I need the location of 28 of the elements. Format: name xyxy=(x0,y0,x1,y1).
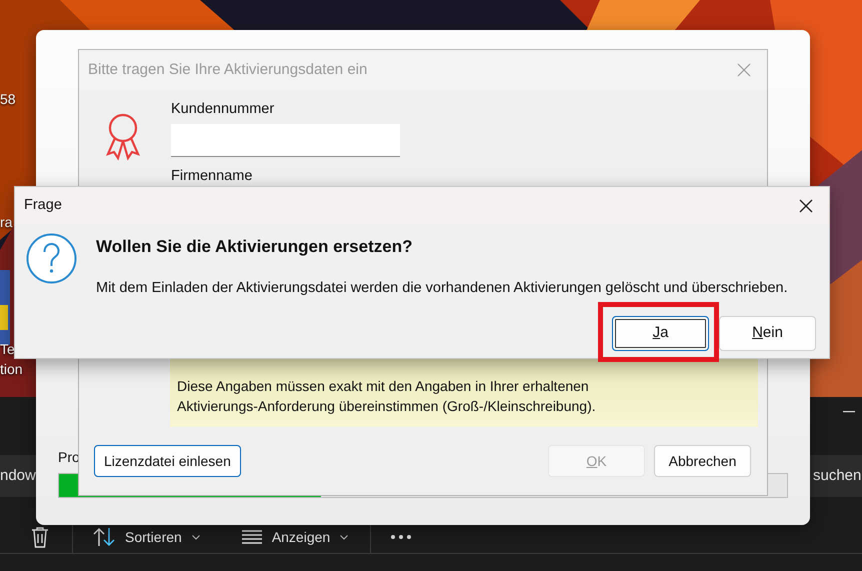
minimize-icon[interactable] xyxy=(843,411,855,413)
field-label: Kundennummer xyxy=(171,100,276,118)
window-title: Bitte tragen Sie Ihre Aktivierungsdaten ein xyxy=(88,60,368,80)
chevron-down-icon xyxy=(340,534,348,540)
dialog-button[interactable]: Lizenzdatei einlesen xyxy=(94,445,241,477)
dialog-button[interactable]: Ja xyxy=(612,316,709,351)
list-view-icon xyxy=(242,529,262,545)
sort-icon xyxy=(93,527,115,547)
search-field[interactable]: suchen xyxy=(813,466,862,486)
chevron-down-icon xyxy=(192,534,200,540)
desktop-icon-label: 58 xyxy=(0,90,16,108)
close-icon xyxy=(737,63,751,77)
desktop-icon-label: Te xyxy=(0,340,15,358)
dialog-message: Mit dem Einladen der Aktivierungsdatei werden die vorhandenen Aktivierungen gelöscht und überschrieben. xyxy=(96,279,788,297)
desktop-icon-label: ra xyxy=(0,213,12,231)
dialog-button[interactable]: Abbrechen xyxy=(654,445,751,477)
trash-icon xyxy=(30,526,50,548)
more-icon xyxy=(391,535,412,539)
desktop-icon-label: tion xyxy=(0,360,23,378)
dialog-heading: Wollen Sie die Aktivierungen ersetzen? xyxy=(96,237,414,257)
field-label: Firmenname xyxy=(171,167,254,185)
close-icon xyxy=(799,199,813,213)
note-text: Diese Angaben müssen exakt mit den Angaben in Ihrer erhaltenen Aktivierungs-Anforderung übereinstimmen (Groß-/Kleinschreibung). xyxy=(177,377,597,416)
window-title: Frage xyxy=(24,196,62,216)
question-icon xyxy=(26,233,77,284)
dialog-button[interactable]: Nein xyxy=(719,316,816,351)
address-bar-text: ndow xyxy=(0,466,36,486)
customer-number-field[interactable] xyxy=(171,124,400,157)
